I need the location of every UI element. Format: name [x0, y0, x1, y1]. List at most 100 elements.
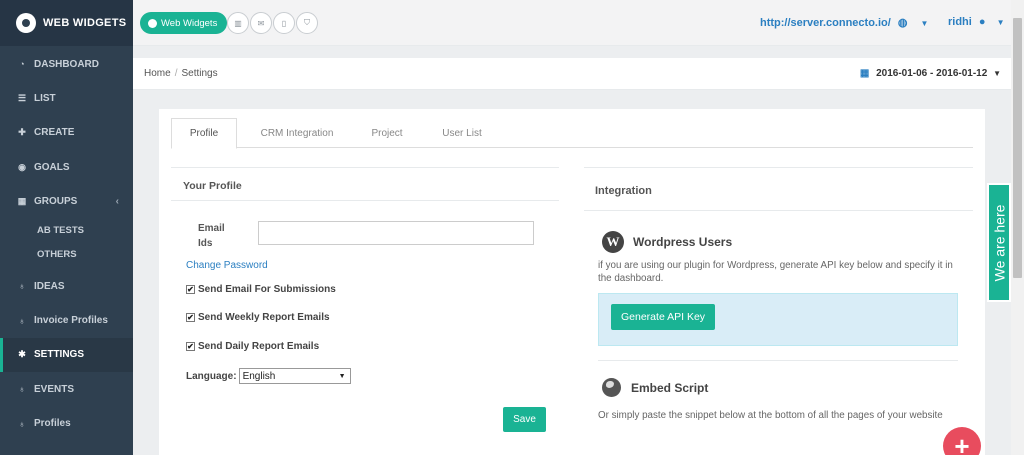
- api-key-box: Generate API Key: [598, 293, 958, 346]
- chevron-left-icon: ‹: [115, 196, 119, 208]
- sidebar-item-profiles[interactable]: ♁ Profiles: [0, 407, 133, 441]
- wordpress-title: Wordpress Users: [633, 235, 733, 249]
- tab-label: CRM Integration: [260, 127, 334, 139]
- brand-name: WEB WIDGETS: [43, 17, 127, 29]
- caret-down-icon: ▼: [338, 372, 346, 380]
- mobile-icon[interactable]: ▯: [273, 12, 295, 34]
- language-value: English: [242, 370, 276, 382]
- sidebar-subitem-others[interactable]: OTHERS: [0, 243, 133, 267]
- sidebar: WEB WIDGETS ◔ DASHBOARD ☰ LIST ✚ CREATE …: [0, 0, 133, 455]
- language-select[interactable]: English ▼: [238, 368, 351, 384]
- breadcrumb-separator: /: [174, 68, 178, 79]
- scrollbar-thumb[interactable]: [1013, 18, 1022, 278]
- sidebar-item-label: Profiles: [34, 418, 71, 430]
- wordpress-icon: W: [602, 231, 624, 253]
- html5-icon[interactable]: ⛉: [296, 12, 318, 34]
- user-name: ridhi: [948, 16, 972, 28]
- save-button[interactable]: Save: [503, 407, 546, 432]
- integration-panel: Integration W Wordpress Users if you are…: [584, 167, 973, 455]
- checkbox-label: Send Email For Submissions: [198, 284, 336, 295]
- bulb-icon: ♁: [18, 315, 26, 326]
- tab-user-list[interactable]: User List: [429, 118, 495, 148]
- brand-logo-icon: [16, 13, 36, 33]
- plus-icon: ✚: [18, 127, 26, 138]
- change-password-link[interactable]: Change Password: [186, 260, 268, 271]
- web-widgets-label: Web Widgets: [161, 17, 218, 29]
- breadcrumb-bar: Home / Settings ▦ 2016-01-06 - 2016-01-12 …: [133, 58, 1011, 90]
- checkbox-row-submissions[interactable]: ✔ Send Email For Submissions: [186, 284, 336, 295]
- date-range-picker[interactable]: ▦ 2016-01-06 - 2016-01-12 ▼: [860, 68, 1001, 79]
- caret-down-icon: ▼: [996, 18, 1005, 27]
- tab-crm-integration[interactable]: CRM Integration: [247, 118, 347, 148]
- calendar-icon: ▦: [859, 68, 870, 79]
- sidebar-item-events[interactable]: ♁ EVENTS: [0, 372, 133, 406]
- sidebar-item-ideas[interactable]: ♁ IDEAS: [0, 269, 133, 303]
- language-row: Language: English ▼: [186, 368, 351, 384]
- dashboard-icon: ◔: [19, 59, 25, 70]
- checkbox-label: Send Weekly Report Emails: [198, 312, 330, 323]
- breadcrumb: Home / Settings: [144, 68, 218, 79]
- tab-label: Profile: [189, 128, 219, 139]
- generate-api-key-button[interactable]: Generate API Key: [611, 304, 716, 330]
- list-icon: ☰: [17, 93, 27, 104]
- profile-panel: Your Profile Email Ids Change Password ✔…: [171, 167, 559, 432]
- mail-icon[interactable]: ✉: [250, 12, 272, 34]
- sidebar-item-label: GOALS: [34, 161, 70, 173]
- sidebar-item-list[interactable]: ☰ LIST: [0, 81, 133, 115]
- chart-icon[interactable]: ▥: [227, 12, 249, 34]
- sidebar-item-label: DASHBOARD: [34, 58, 99, 70]
- sidebar-item-groups[interactable]: ▦ GROUPS ‹: [0, 185, 133, 219]
- sidebar-item-label: CREATE: [34, 127, 75, 139]
- gear-icon: ✱: [18, 349, 26, 360]
- sidebar-item-create[interactable]: ✚ CREATE: [0, 116, 133, 150]
- email-field[interactable]: [258, 221, 534, 245]
- wordpress-section-title: W Wordpress Users: [602, 231, 732, 253]
- settings-card: Profile CRM Integration Project User Lis…: [159, 109, 985, 455]
- checkbox-row-daily[interactable]: ✔ Send Daily Report Emails: [186, 341, 319, 352]
- top-bar: Web Widgets ▥ ✉ ▯ ⛉ http://server.connec…: [133, 0, 1011, 46]
- bulb-icon: ♁: [18, 384, 26, 395]
- breadcrumb-home[interactable]: Home: [144, 68, 171, 79]
- language-label: Language:: [186, 370, 237, 382]
- tab-project[interactable]: Project: [357, 118, 417, 148]
- tab-profile[interactable]: Profile: [171, 118, 237, 149]
- sidebar-item-invoice-profiles[interactable]: ♁ Invoice Profiles: [0, 303, 133, 337]
- we-are-here-tab[interactable]: We are here: [987, 183, 1011, 302]
- breadcrumb-current: Settings: [181, 68, 218, 79]
- checkbox-row-weekly[interactable]: ✔ Send Weekly Report Emails: [186, 312, 330, 323]
- site-url-dropdown[interactable]: http://server.connecto.io/ ◍ ▼: [760, 16, 928, 29]
- bulb-icon: ♁: [18, 281, 26, 292]
- sidebar-item-label: LIST: [34, 93, 56, 105]
- embed-title: Embed Script: [631, 380, 709, 395]
- sidebar-item-settings[interactable]: ✱ SETTINGS: [0, 337, 133, 373]
- sidebar-subitem-ab-tests[interactable]: AB TESTS: [0, 219, 133, 243]
- profile-heading: Your Profile: [171, 167, 559, 201]
- tab-label: User List: [442, 127, 482, 139]
- checkbox-weekly[interactable]: ✔: [186, 313, 195, 322]
- tab-label: Project: [371, 127, 403, 139]
- sidebar-item-label: IDEAS: [34, 280, 65, 292]
- sidebar-subitem-label: OTHERS: [37, 249, 77, 261]
- site-url: http://server.connecto.io/: [760, 17, 891, 29]
- scrollbar[interactable]: [1011, 0, 1024, 455]
- brand[interactable]: WEB WIDGETS: [0, 0, 133, 46]
- globe-icon: ◍: [897, 17, 908, 29]
- user-dropdown[interactable]: ridhi ● ▼: [948, 16, 1005, 28]
- checkbox-label: Send Daily Report Emails: [198, 341, 320, 352]
- sidebar-item-label: SETTINGS: [34, 349, 85, 361]
- user-icon: ●: [978, 16, 986, 28]
- web-widgets-button[interactable]: Web Widgets: [140, 12, 228, 34]
- sidebar-item-label: Invoice Profiles: [34, 315, 108, 327]
- checkbox-submissions[interactable]: ✔: [186, 285, 195, 294]
- embed-section-title: Embed Script: [602, 378, 708, 397]
- integration-heading: Integration: [584, 167, 973, 211]
- bulb-icon: ♁: [18, 418, 26, 429]
- checkbox-daily[interactable]: ✔: [186, 342, 195, 351]
- wordpress-description: if you are using our plugin for Wordpres…: [598, 260, 953, 284]
- sidebar-item-dashboard[interactable]: ◔ DASHBOARD: [0, 47, 133, 81]
- sidebar-item-goals[interactable]: ◉ GOALS: [0, 150, 133, 184]
- divider: [598, 360, 958, 361]
- embed-description: Or simply paste the snippet below at the…: [598, 410, 943, 421]
- globe-icon: [602, 378, 621, 397]
- target-icon: ◉: [18, 161, 26, 172]
